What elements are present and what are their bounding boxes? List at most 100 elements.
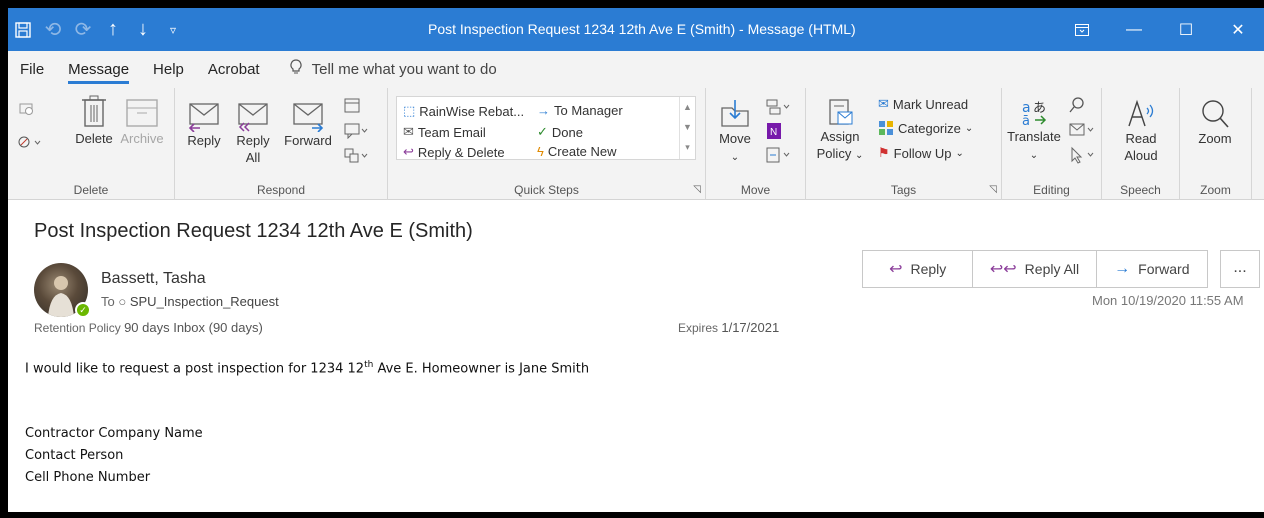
up-icon[interactable]: ↑ xyxy=(98,8,128,51)
cleanup-icon[interactable] xyxy=(18,134,42,150)
mark-unread-button[interactable]: ✉ Mark Unread xyxy=(878,96,968,112)
arrow-right-icon: → xyxy=(537,103,550,118)
down-icon[interactable]: ↓ xyxy=(128,8,158,51)
sent-date: Mon 10/19/2020 11:55 AM xyxy=(1092,293,1244,308)
svg-text:あ: あ xyxy=(1033,101,1046,116)
reply-label: Reply xyxy=(187,133,221,148)
retention-policy: Retention Policy 90 days Inbox (90 days) xyxy=(34,320,263,335)
save-icon[interactable] xyxy=(8,8,38,51)
onenote-icon[interactable]: N xyxy=(764,122,784,140)
maximize-icon[interactable]: ☐ xyxy=(1160,8,1212,51)
quickstep-to-manager[interactable]: → To Manager xyxy=(537,103,623,118)
more-respond-icon[interactable] xyxy=(343,146,369,164)
quick-steps-scroll[interactable]: ▲ ▼ ▾ xyxy=(679,97,695,159)
tab-acrobat[interactable]: Acrobat xyxy=(196,51,272,88)
quickstep-to-manager-label: To Manager xyxy=(554,103,623,118)
sender-name[interactable]: Bassett, Tasha xyxy=(101,270,206,288)
tags-launcher-icon[interactable]: ◹ xyxy=(989,184,997,195)
quickstep-reply-delete[interactable]: ↩ Reply & Delete xyxy=(403,144,505,160)
lightbulb-icon xyxy=(290,59,302,80)
body-line-3: Contact Person xyxy=(25,448,124,463)
read-label-1: Read xyxy=(1125,131,1157,146)
select-icon[interactable] xyxy=(1068,146,1096,164)
reply-action-button[interactable]: ↩ Reply xyxy=(863,251,974,287)
expires-value: 1/17/2021 xyxy=(721,320,780,335)
quickstep-done-label: Done xyxy=(551,124,583,140)
delete-group-label: Delete xyxy=(73,183,109,197)
dialog-launcher-icon[interactable]: ◹ xyxy=(693,184,701,195)
ignore-icon[interactable] xyxy=(18,100,34,116)
ribbon: Delete Archive Delete Reply Reply All Fo… xyxy=(8,88,1264,200)
menu-tabs: File Message Help Acrobat Tell me what y… xyxy=(8,51,1264,88)
find-icon[interactable] xyxy=(1068,96,1086,114)
quickstep-rainwise[interactable]: ⬚ RainWise Rebat... xyxy=(403,103,524,119)
trash-icon xyxy=(82,95,106,127)
zoom-group: Zoom Zoom xyxy=(1180,88,1252,200)
quickstep-done[interactable]: ✓ Done xyxy=(537,124,583,140)
reply-all-action-button[interactable]: ↩↩ Reply All xyxy=(973,251,1097,287)
related-icon[interactable] xyxy=(1068,121,1096,139)
assign-policy-button[interactable]: Assign Policy ⌄ xyxy=(812,98,868,164)
tab-message[interactable]: Message xyxy=(56,51,141,88)
quickstep-team-email[interactable]: ✉ Team Email xyxy=(403,124,486,140)
body-line-2: Contractor Company Name xyxy=(25,426,203,441)
tab-help[interactable]: Help xyxy=(141,51,196,88)
ribbon-display-icon[interactable] xyxy=(1056,8,1108,51)
outlook-message-window: ⟲ ⟳ ↑ ↓ ▿ Post Inspection Request 1234 1… xyxy=(8,8,1264,512)
actions-icon[interactable] xyxy=(764,146,792,164)
archive-button[interactable]: Archive xyxy=(116,94,168,147)
rules-icon[interactable] xyxy=(764,98,792,116)
quick-steps-gallery: ⬚ RainWise Rebat... → To Manager ✉ Team … xyxy=(396,96,696,160)
meeting-reply-icon[interactable] xyxy=(343,96,361,114)
customize-icon[interactable]: ▿ xyxy=(158,8,188,51)
checkmark-icon: ✓ xyxy=(537,124,548,139)
reply-all-button[interactable]: Reply All xyxy=(227,100,279,166)
quickstep-create-new[interactable]: ϟ Create New xyxy=(537,144,617,159)
follow-up-button[interactable]: ⚑ Follow Up ⌄ xyxy=(878,145,964,161)
editing-group: aあā Translate ⌄ Editing xyxy=(1002,88,1102,200)
assign-dropdown-icon: ⌄ xyxy=(854,150,864,161)
tell-me-box[interactable]: Tell me what you want to do xyxy=(272,59,497,80)
move-dropdown-icon: ⌄ xyxy=(730,152,740,163)
categorize-button[interactable]: Categorize ⌄ xyxy=(878,120,973,136)
respond-group-label: Respond xyxy=(256,183,306,197)
reply-arrow-icon: ↩ xyxy=(889,261,903,278)
envelope-open-icon: ✉ xyxy=(878,96,889,111)
reply-all-label-1: Reply xyxy=(236,133,270,148)
speech-group: Read Aloud Speech xyxy=(1102,88,1180,200)
message-actions: ↩ Reply ↩↩ Reply All → Forward xyxy=(862,250,1208,288)
reply-icon xyxy=(188,103,219,132)
move-button[interactable]: Move ⌄ xyxy=(714,98,756,166)
body-line-1-text-a: I would like to request a post inspectio… xyxy=(25,361,365,377)
forward-action-button[interactable]: → Forward xyxy=(1097,251,1207,287)
recipient-status-icon: ○ xyxy=(118,294,127,309)
close-icon[interactable]: ✕ xyxy=(1212,8,1264,51)
assign-policy-icon xyxy=(829,99,853,125)
magnifier-icon xyxy=(1202,100,1229,128)
assign-label-2: Policy xyxy=(816,146,852,161)
read-aloud-button[interactable]: Read Aloud xyxy=(1114,98,1168,164)
forward-action-label: Forward xyxy=(1138,261,1190,277)
forward-button[interactable]: Forward xyxy=(279,100,337,149)
categorize-dropdown-icon: ⌄ xyxy=(964,122,974,134)
expires: Expires 1/17/2021 xyxy=(678,320,779,335)
reply-button[interactable]: Reply xyxy=(181,100,227,149)
minimize-icon[interactable]: — xyxy=(1108,8,1160,51)
delete-button[interactable]: Delete xyxy=(66,94,122,147)
zoom-button[interactable]: Zoom xyxy=(1188,98,1242,147)
zoom-label: Zoom xyxy=(1198,131,1232,146)
tags-group-label: Tags xyxy=(890,183,917,197)
translate-button[interactable]: aあā Translate ⌄ xyxy=(1006,98,1062,164)
reply-all-action-label: Reply All xyxy=(1024,261,1080,277)
translate-label: Translate xyxy=(1007,129,1061,144)
flag-icon: ⚑ xyxy=(878,145,890,160)
message-subject: Post Inspection Request 1234 12th Ave E … xyxy=(34,220,473,242)
reply-action-label: Reply xyxy=(910,261,947,277)
im-reply-icon[interactable] xyxy=(343,121,369,139)
redo-icon[interactable]: ⟳ xyxy=(68,8,98,51)
more-actions-button[interactable]: ... xyxy=(1220,250,1260,288)
to-label: To xyxy=(101,294,115,309)
tab-file[interactable]: File xyxy=(8,51,56,88)
recipient-name[interactable]: SPU_Inspection_Request xyxy=(130,294,279,309)
undo-icon[interactable]: ⟲ xyxy=(38,8,68,51)
